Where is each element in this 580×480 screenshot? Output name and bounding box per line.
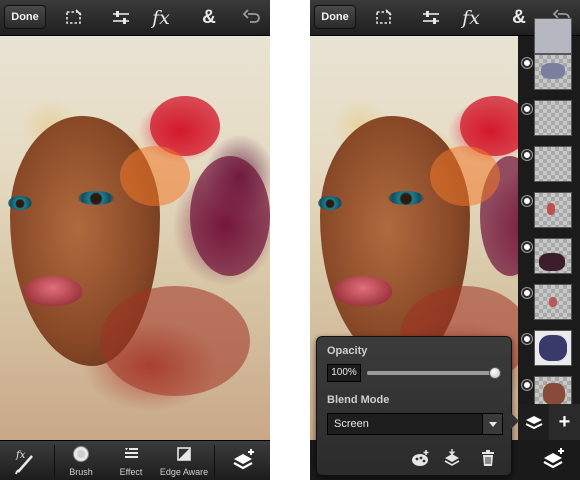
right-screen: Done fx & + Opacity 100% Blend Mode Scre… — [310, 0, 580, 480]
toolbar-divider — [214, 445, 215, 477]
layer-thumb-art — [539, 335, 567, 361]
layer-thumbnail — [534, 284, 572, 320]
layer-item[interactable] — [518, 280, 580, 326]
layer-thumbnail — [534, 146, 572, 182]
opacity-value: 100% — [327, 364, 361, 382]
undo-icon[interactable] — [238, 4, 266, 32]
effect-label: Effect — [119, 467, 143, 477]
layer-item[interactable] — [518, 188, 580, 234]
layer-thumbnail — [534, 192, 572, 228]
layer-thumb-art — [547, 203, 555, 215]
eye — [8, 196, 32, 210]
edge-aware-tool[interactable]: Edge Aware — [156, 441, 212, 480]
top-toolbar: Done fx & — [0, 0, 270, 36]
layer-thumb-art — [539, 253, 565, 271]
selection-icon[interactable] — [370, 4, 398, 32]
layer-thumb-art — [541, 63, 565, 79]
brush-label: Brush — [69, 467, 93, 477]
color-splash — [190, 156, 270, 276]
layer-visibility-toggle[interactable] — [522, 242, 532, 252]
layer-visibility-toggle[interactable] — [522, 334, 532, 344]
adjustments-icon[interactable] — [107, 4, 135, 32]
layer-thumbnail — [534, 330, 572, 366]
effect-tool[interactable]: Effect — [108, 441, 154, 480]
layer-thumbnail — [534, 100, 572, 136]
layer-item[interactable] — [518, 326, 580, 372]
bottom-toolbar: fx Brush Effect Edge Aware — [0, 440, 270, 480]
fx-brush-icon[interactable]: fx — [0, 441, 50, 480]
layer-thumb-art — [543, 383, 565, 405]
layers-panel — [518, 18, 580, 412]
layer-visibility-toggle[interactable] — [522, 380, 532, 390]
layer-thumb-art — [549, 297, 557, 307]
adjustments-icon[interactable] — [417, 4, 445, 32]
color-splash — [100, 286, 250, 396]
edge-aware-icon — [177, 447, 191, 461]
layers-icon[interactable] — [518, 404, 549, 440]
lips — [24, 276, 82, 306]
add-layer-icon[interactable] — [530, 440, 578, 480]
bottom-toolbar — [310, 440, 580, 480]
layer-thumbnail — [534, 238, 572, 274]
add-layer-icon[interactable] — [220, 441, 268, 480]
layer-visibility-toggle[interactable] — [522, 104, 532, 114]
layer-item[interactable] — [518, 96, 580, 142]
blend-mode-value: Screen — [334, 418, 369, 430]
layer-item[interactable] — [518, 142, 580, 188]
edge-aware-label: Edge Aware — [159, 467, 209, 477]
fx-icon[interactable]: fx — [147, 4, 175, 32]
brush-tool[interactable]: Brush — [58, 441, 104, 480]
layer-item[interactable] — [518, 50, 580, 96]
left-screen: Done fx & fx Brush Effect Edge Aware — [0, 0, 270, 480]
blend-mode-label: Blend Mode — [327, 394, 390, 406]
done-button[interactable]: Done — [314, 5, 356, 29]
opacity-label: Opacity — [327, 345, 368, 357]
done-button[interactable]: Done — [4, 5, 46, 29]
chevron-down-icon[interactable] — [482, 414, 502, 434]
opacity-slider-thumb[interactable] — [489, 367, 501, 379]
photo-canvas[interactable] — [0, 36, 270, 440]
layers-panel-buttons: + — [518, 404, 580, 440]
layer-visibility-toggle[interactable] — [522, 150, 532, 160]
fx-icon[interactable]: fx — [457, 4, 485, 32]
blend-mode-select[interactable]: Screen — [327, 413, 503, 435]
svg-text:fx: fx — [15, 450, 26, 461]
layer-visibility-toggle[interactable] — [522, 58, 532, 68]
effect-icon — [125, 448, 138, 458]
brush-icon — [73, 446, 89, 462]
layer-thumbnail — [534, 54, 572, 90]
layer-thumbnail — [534, 18, 572, 54]
color-splash — [120, 146, 190, 206]
layer-visibility-toggle[interactable] — [522, 288, 532, 298]
opacity-slider[interactable] — [367, 371, 497, 375]
layer-visibility-toggle[interactable] — [522, 196, 532, 206]
lips — [334, 276, 392, 306]
ampersand-icon[interactable]: & — [195, 4, 223, 32]
toolbar-divider — [54, 445, 55, 477]
opacity-slider-fill — [367, 371, 497, 375]
eye — [318, 196, 342, 210]
color-splash — [430, 146, 500, 206]
selection-icon[interactable] — [60, 4, 88, 32]
eye — [78, 191, 114, 205]
popup-pointer — [511, 413, 519, 429]
add-icon[interactable]: + — [549, 404, 580, 440]
layer-item[interactable] — [518, 234, 580, 280]
eye — [388, 191, 424, 205]
